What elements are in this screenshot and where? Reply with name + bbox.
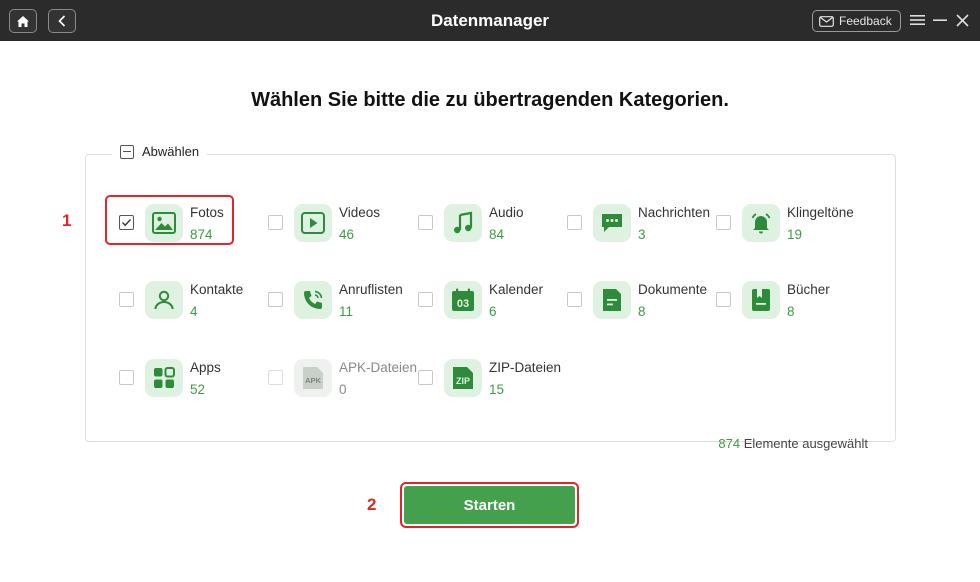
music-note-icon xyxy=(444,204,482,242)
category-name: Videos xyxy=(339,205,381,220)
page-heading: Wählen Sie bitte die zu übertragenden Ka… xyxy=(251,89,729,111)
category-name: Audio xyxy=(489,205,524,220)
menu-button[interactable] xyxy=(909,11,925,29)
apk-file-icon: APK xyxy=(294,359,332,397)
category-nachrichten[interactable]: Nachrichten 3 xyxy=(567,200,717,246)
apps-grid-icon xyxy=(145,359,183,397)
checkbox-klingeltoene[interactable] xyxy=(716,215,731,230)
checkbox-kalender[interactable] xyxy=(418,292,433,307)
checkbox-zip-dateien[interactable] xyxy=(418,370,433,385)
close-icon xyxy=(955,13,969,27)
category-count: 19 xyxy=(787,227,803,242)
category-count: 4 xyxy=(190,304,198,319)
selected-count: 874 xyxy=(718,436,741,451)
checkbox-audio[interactable] xyxy=(418,215,433,230)
checkbox-kontakte[interactable] xyxy=(119,292,134,307)
category-name: Anruflisten xyxy=(339,282,403,297)
category-name: Klingeltöne xyxy=(787,205,854,220)
category-count: 8 xyxy=(787,304,795,319)
start-button-highlight: Starten xyxy=(400,482,579,528)
start-button[interactable]: Starten xyxy=(404,486,575,524)
category-count: 8 xyxy=(638,304,646,319)
category-count: 11 xyxy=(339,304,354,319)
category-anruflisten[interactable]: Anruflisten 11 xyxy=(268,277,418,323)
title-bar: Datenmanager Feedback xyxy=(0,0,980,41)
calendar-icon-text: 03 xyxy=(457,298,469,310)
category-count: 15 xyxy=(489,382,505,397)
document-icon xyxy=(593,281,631,319)
hamburger-menu-icon xyxy=(909,15,925,25)
step-marker-1: 1 xyxy=(62,211,72,230)
checkbox-buecher[interactable] xyxy=(716,292,731,307)
category-audio[interactable]: Audio 84 xyxy=(418,200,568,246)
category-count: 46 xyxy=(339,227,355,242)
category-count: 52 xyxy=(190,382,206,397)
category-name: Apps xyxy=(190,360,221,375)
checkbox-apps[interactable] xyxy=(119,370,134,385)
category-name: ZIP-Dateien xyxy=(489,360,562,375)
deselect-label: Abwählen xyxy=(142,144,200,159)
apk-icon-text: APK xyxy=(305,376,321,385)
category-buecher[interactable]: Bücher 8 xyxy=(716,277,866,323)
category-name: Kalender xyxy=(489,282,544,297)
bell-icon xyxy=(742,204,780,242)
category-name: Nachrichten xyxy=(638,205,711,220)
category-name: APK-Dateien xyxy=(339,360,418,375)
fotos-highlight-box xyxy=(105,195,234,245)
checkbox-videos[interactable] xyxy=(268,215,283,230)
category-name: Dokumente xyxy=(638,282,708,297)
checkbox-dokumente[interactable] xyxy=(567,292,582,307)
category-klingeltoene[interactable]: Klingeltöne 19 xyxy=(716,200,866,246)
selection-summary: 874 Elemente ausgewählt xyxy=(718,436,868,451)
indeterminate-checkbox-icon[interactable] xyxy=(120,144,134,159)
video-play-icon xyxy=(294,204,332,242)
category-dokumente[interactable]: Dokumente 8 xyxy=(567,277,717,323)
feedback-button[interactable]: Feedback xyxy=(812,10,901,32)
person-icon xyxy=(145,281,183,319)
close-button[interactable] xyxy=(954,11,970,29)
feedback-label: Feedback xyxy=(839,14,892,28)
zip-icon-text: ZIP xyxy=(456,376,470,386)
deselect-all-toggle[interactable]: Abwählen xyxy=(112,144,208,159)
category-count: 3 xyxy=(638,227,646,242)
step-marker-2: 2 xyxy=(367,495,377,514)
checkbox-anruflisten[interactable] xyxy=(268,292,283,307)
category-name: Bücher xyxy=(787,282,830,297)
category-kontakte[interactable]: Kontakte 4 xyxy=(119,277,269,323)
category-zip-dateien[interactable]: ZIP ZIP-Dateien 15 xyxy=(418,355,568,401)
category-count: 6 xyxy=(489,304,497,319)
mail-icon xyxy=(819,15,834,27)
category-apk-dateien: APK APK-Dateien 0 xyxy=(268,355,418,401)
category-name: Kontakte xyxy=(190,282,244,297)
minimize-button[interactable] xyxy=(932,11,948,29)
checkbox-nachrichten[interactable] xyxy=(567,215,582,230)
chat-bubble-icon xyxy=(593,204,631,242)
category-kalender[interactable]: 03 Kalender 6 xyxy=(418,277,568,323)
category-count: 84 xyxy=(489,227,505,242)
zip-file-icon: ZIP xyxy=(444,359,482,397)
minimize-icon xyxy=(933,19,947,21)
category-count: 0 xyxy=(339,382,347,397)
checkbox-apk-dateien xyxy=(268,370,283,385)
category-apps[interactable]: Apps 52 xyxy=(119,355,269,401)
calendar-icon: 03 xyxy=(444,281,482,319)
book-icon xyxy=(742,281,780,319)
category-videos[interactable]: Videos 46 xyxy=(268,200,418,246)
selected-label: Elemente ausgewählt xyxy=(743,436,868,451)
phone-icon xyxy=(294,281,332,319)
